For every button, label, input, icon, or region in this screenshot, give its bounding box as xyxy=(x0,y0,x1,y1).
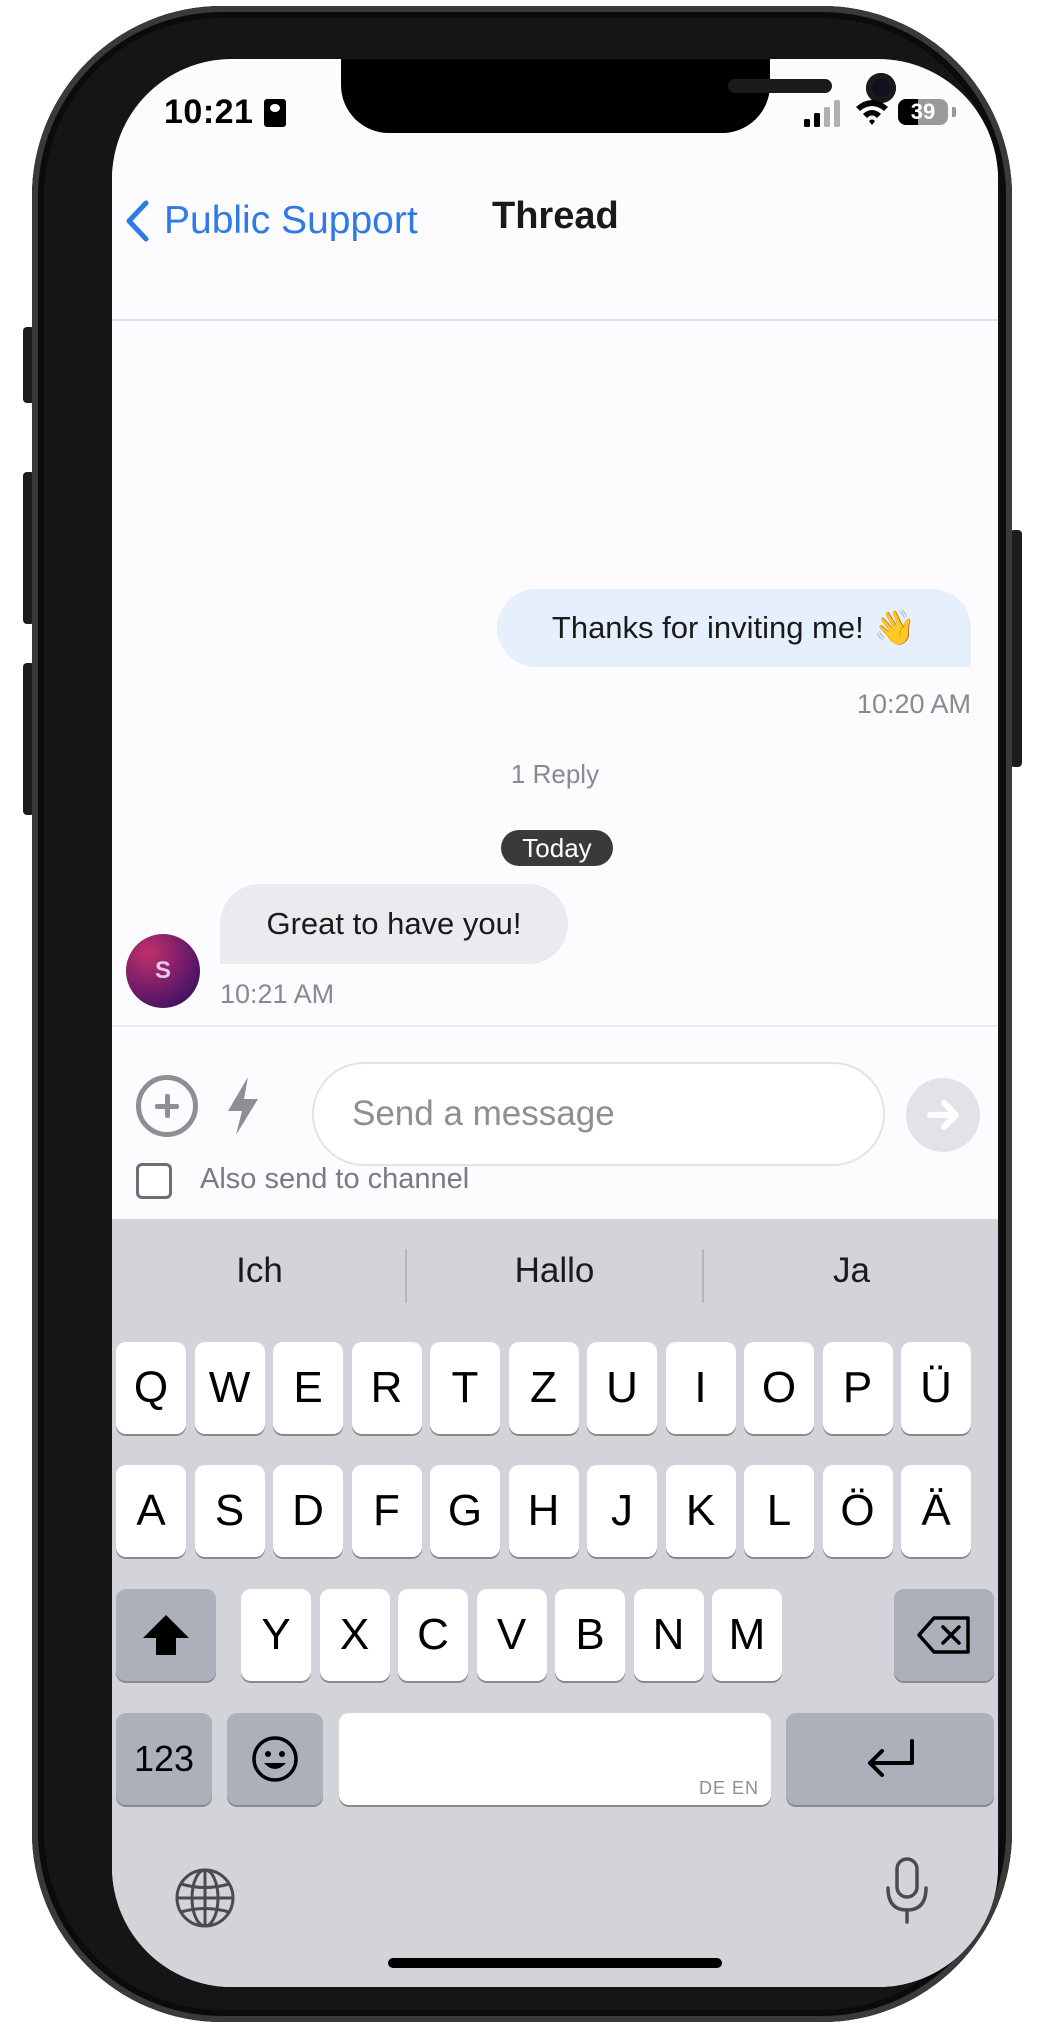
key[interactable]: G xyxy=(430,1465,500,1557)
battery-level: 39 xyxy=(910,99,936,124)
numbers-key[interactable]: 123 xyxy=(116,1713,212,1805)
phone-frame: 10:21 39 Public Support Thread Thanks fo… xyxy=(32,6,1012,2022)
also-send-label[interactable]: Also send to channel xyxy=(200,1163,469,1196)
numbers-key-label: 123 xyxy=(133,1738,195,1779)
space-languages: DE EN xyxy=(698,1778,759,1798)
page-title: Thread xyxy=(492,195,619,237)
key[interactable]: A xyxy=(116,1465,186,1557)
space-bar[interactable]: DE EN xyxy=(339,1713,771,1805)
shift-key[interactable] xyxy=(116,1589,216,1681)
incoming-message-text: Great to have you! xyxy=(266,906,522,941)
key[interactable]: N xyxy=(633,1589,704,1681)
key[interactable]: T xyxy=(430,1342,500,1434)
key[interactable]: X xyxy=(319,1589,390,1681)
home-indicator xyxy=(388,1958,722,1968)
key[interactable]: V xyxy=(476,1589,547,1681)
microphone-icon[interactable] xyxy=(884,1856,930,1926)
avatar[interactable]: S xyxy=(126,934,200,1008)
key[interactable]: K xyxy=(665,1465,736,1557)
shift-arrow-icon xyxy=(143,1615,189,1655)
phone-screen: 10:21 39 Public Support Thread Thanks fo… xyxy=(112,59,998,1987)
key[interactable]: C xyxy=(398,1589,468,1681)
battery-indicator: 39 xyxy=(898,99,948,125)
cellular-signal-icon xyxy=(804,100,840,127)
lightning-bolt-icon[interactable] xyxy=(224,1075,262,1137)
key[interactable]: S xyxy=(194,1465,265,1557)
globe-icon[interactable] xyxy=(174,1867,236,1929)
emoji-key[interactable] xyxy=(227,1713,323,1805)
key[interactable]: P xyxy=(822,1342,893,1434)
chevron-left-icon xyxy=(126,200,149,242)
key[interactable]: I xyxy=(665,1342,736,1434)
back-label: Public Support xyxy=(164,199,418,242)
emoji-smiley-icon xyxy=(252,1736,298,1782)
backspace-icon xyxy=(917,1616,970,1654)
key[interactable]: Ü xyxy=(901,1342,971,1434)
key[interactable]: Ö xyxy=(822,1465,893,1557)
key[interactable]: E xyxy=(273,1342,343,1434)
key[interactable]: Ä xyxy=(901,1465,971,1557)
key[interactable]: L xyxy=(744,1465,814,1557)
key[interactable]: J xyxy=(587,1465,657,1557)
battery-tip xyxy=(952,107,956,117)
waving-hand-emoji: 👋 xyxy=(873,609,917,647)
wifi-icon xyxy=(856,100,888,125)
key[interactable]: O xyxy=(744,1342,814,1434)
send-button[interactable] xyxy=(906,1078,980,1152)
message-input[interactable] xyxy=(312,1062,885,1166)
contact-card-icon xyxy=(264,99,286,127)
speaker-grille xyxy=(728,79,832,93)
notch xyxy=(341,59,896,133)
key[interactable]: Z xyxy=(508,1342,579,1434)
also-send-checkbox[interactable] xyxy=(136,1163,172,1199)
reply-count: 1 Reply xyxy=(510,759,600,789)
outgoing-message-bubble[interactable]: Thanks for inviting me! 👋 xyxy=(497,589,971,667)
key[interactable]: M xyxy=(712,1589,782,1681)
arrow-right-icon xyxy=(927,1100,959,1130)
outgoing-message-time: 10:20 AM xyxy=(856,689,971,719)
date-divider: Today xyxy=(501,830,613,866)
key[interactable]: F xyxy=(351,1465,422,1557)
key[interactable]: D xyxy=(273,1465,343,1557)
status-time: 10:21 xyxy=(164,93,254,131)
delete-key[interactable] xyxy=(894,1589,994,1681)
suggestion-2[interactable]: Hallo xyxy=(407,1239,702,1303)
suggestion-1[interactable]: Ich xyxy=(112,1239,407,1303)
key[interactable]: Y xyxy=(241,1589,311,1681)
incoming-message-time: 10:21 AM xyxy=(220,979,335,1009)
key[interactable]: Q xyxy=(116,1342,186,1434)
key[interactable]: W xyxy=(194,1342,265,1434)
outgoing-message-text: Thanks for inviting me! xyxy=(551,610,864,645)
back-button[interactable]: Public Support xyxy=(124,191,418,251)
return-arrow-icon xyxy=(868,1739,914,1777)
return-key[interactable] xyxy=(786,1713,994,1805)
suggestion-3[interactable]: Ja xyxy=(704,1239,998,1303)
key[interactable]: R xyxy=(351,1342,422,1434)
incoming-message-bubble[interactable]: Great to have you! xyxy=(220,884,568,964)
key[interactable]: B xyxy=(555,1589,625,1681)
add-attachment-button[interactable] xyxy=(136,1075,198,1137)
key[interactable]: H xyxy=(508,1465,579,1557)
key[interactable]: U xyxy=(587,1342,657,1434)
